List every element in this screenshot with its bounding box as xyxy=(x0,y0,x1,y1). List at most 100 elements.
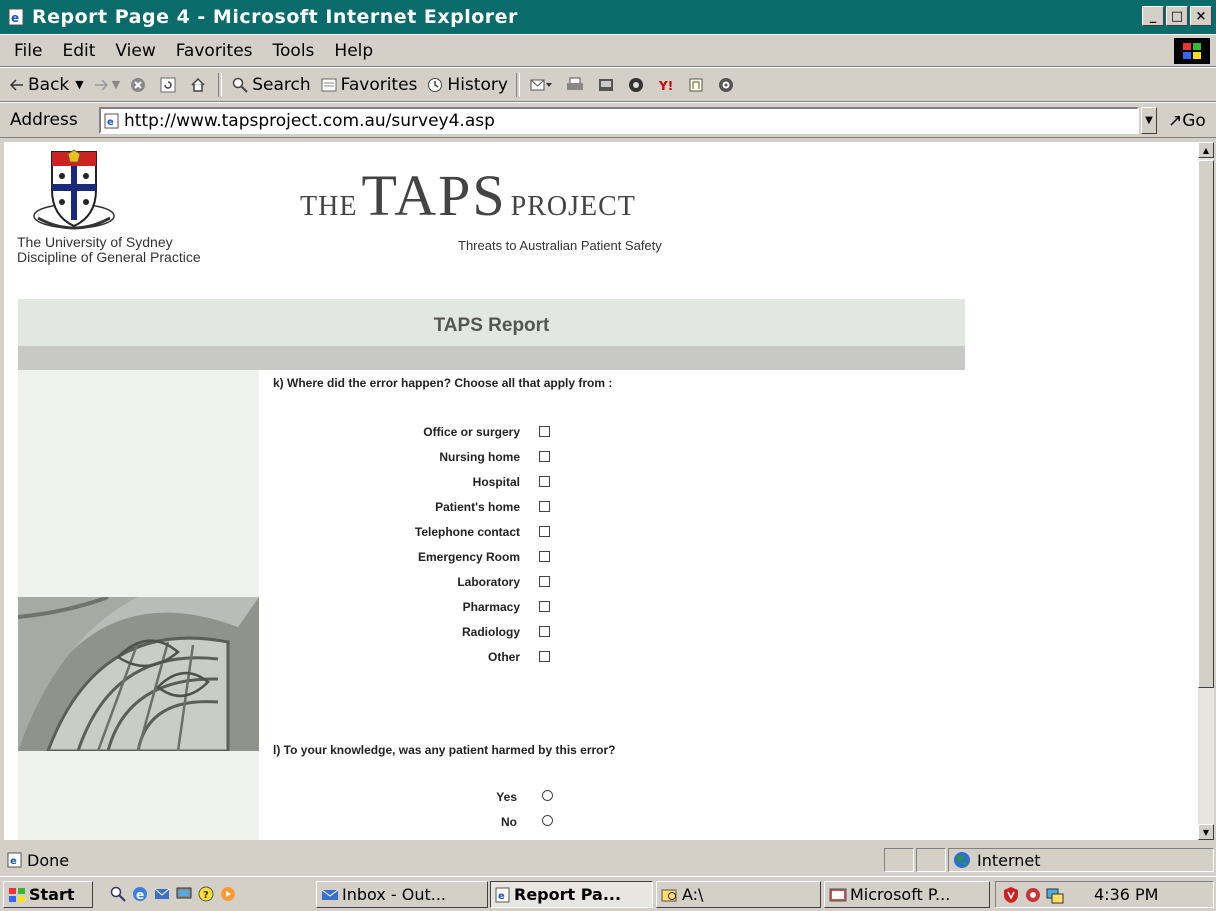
title-bar: e Report Page 4 - Microsoft Internet Exp… xyxy=(0,0,1216,34)
monitor-icon[interactable] xyxy=(1046,886,1064,904)
address-url: http://www.tapsproject.com.au/survey4.as… xyxy=(124,110,495,131)
discuss-button[interactable] xyxy=(628,77,648,93)
search-icon xyxy=(232,77,248,93)
close-button[interactable]: × xyxy=(1190,6,1212,26)
go-button[interactable]: ↗Go xyxy=(1168,111,1206,131)
toolbar: Back ▼ ▼ Search Favorites History Y! xyxy=(0,67,1216,102)
help-icon[interactable]: ? xyxy=(198,886,214,902)
scroll-up-icon[interactable]: ▲ xyxy=(1198,142,1214,158)
outlook-inbox-icon xyxy=(321,889,339,900)
maximize-button[interactable]: □ xyxy=(1166,6,1188,26)
checkbox-nursing-home[interactable] xyxy=(539,451,550,462)
status-text-panel: e Done xyxy=(2,848,880,872)
home-button[interactable] xyxy=(190,77,210,93)
quick-launch: e ? xyxy=(110,886,242,902)
svg-text:e: e xyxy=(136,888,144,902)
vertical-scrollbar[interactable]: ▲ ▼ xyxy=(1198,142,1214,840)
related-button[interactable] xyxy=(718,77,738,93)
task-microsoft-p[interactable]: Microsoft P... xyxy=(824,881,990,908)
history-button[interactable]: History xyxy=(427,74,508,95)
menu-view[interactable]: View xyxy=(115,41,155,61)
go-label: Go xyxy=(1182,111,1206,131)
search-label: Search xyxy=(252,74,311,95)
search-button[interactable]: Search xyxy=(232,74,311,95)
task-report-page[interactable]: e Report Pa... xyxy=(490,881,653,908)
discuss-icon xyxy=(628,77,643,92)
task-label: Inbox - Out... xyxy=(342,885,446,904)
refresh-icon xyxy=(160,77,176,92)
refresh-button[interactable] xyxy=(160,77,180,93)
university-name: The University of Sydney Discipline of G… xyxy=(17,235,201,265)
page-done-icon: e xyxy=(7,852,22,868)
forward-arrow-icon xyxy=(94,78,108,91)
checkbox-laboratory[interactable] xyxy=(539,576,550,587)
menu-file[interactable]: File xyxy=(14,41,42,61)
scroll-down-icon[interactable]: ▼ xyxy=(1198,824,1214,840)
option-label: Patient's home xyxy=(435,500,520,514)
option-label: Laboratory xyxy=(457,575,520,589)
option-label: Other xyxy=(487,650,520,664)
stop-icon xyxy=(131,77,146,92)
checkbox-hospital[interactable] xyxy=(539,476,550,487)
menu-favorites[interactable]: Favorites xyxy=(176,41,253,61)
task-label: Microsoft P... xyxy=(850,885,951,904)
mail-button[interactable] xyxy=(530,77,556,93)
checkbox-radiology[interactable] xyxy=(539,626,550,637)
university-crest-icon xyxy=(33,149,115,230)
ie-task-icon: e xyxy=(495,887,510,902)
address-input[interactable]: e http://www.tapsproject.com.au/survey4.… xyxy=(99,107,1139,134)
mail-icon xyxy=(530,79,552,90)
radio-no[interactable] xyxy=(542,815,553,826)
messenger-button[interactable] xyxy=(688,77,708,93)
question-l: l) To your knowledge, was any patient ha… xyxy=(273,743,616,757)
internet-explorer-icon[interactable]: e xyxy=(132,886,148,902)
back-button[interactable]: Back ▼ xyxy=(10,75,84,95)
svg-text:e: e xyxy=(10,856,17,867)
media-player-icon[interactable] xyxy=(220,886,236,902)
checkbox-office-or-surgery[interactable] xyxy=(539,426,550,437)
toolbar-separator xyxy=(218,72,223,97)
svg-text:e: e xyxy=(11,11,19,25)
option-label: Pharmacy xyxy=(462,600,520,614)
report-header: TAPS Report xyxy=(18,299,965,346)
search-icon[interactable] xyxy=(110,886,126,902)
favorites-button[interactable]: Favorites xyxy=(321,75,417,95)
favorites-icon xyxy=(321,78,337,91)
task-a-drive[interactable]: A:\ xyxy=(656,881,821,908)
address-bar: Address e http://www.tapsproject.com.au/… xyxy=(0,102,1216,138)
toolbar-separator xyxy=(515,72,520,97)
outlook-icon[interactable] xyxy=(154,886,170,902)
task-inbox[interactable]: Inbox - Out... xyxy=(316,881,488,908)
minimize-button[interactable]: _ xyxy=(1142,6,1164,26)
radio-yes[interactable] xyxy=(542,790,553,801)
menu-tools[interactable]: Tools xyxy=(273,41,315,61)
checkbox-other[interactable] xyxy=(539,651,550,662)
taskbar: Start e ? Inbox - Out... e Report Pa... … xyxy=(0,876,1216,911)
start-button[interactable]: Start xyxy=(3,881,93,908)
zone-panel: Internet xyxy=(948,848,1214,872)
checkbox-patients-home[interactable] xyxy=(539,501,550,512)
task-label: A:\ xyxy=(682,885,704,904)
checkbox-telephone-contact[interactable] xyxy=(539,526,550,537)
antivirus-shield-icon[interactable] xyxy=(1002,886,1020,904)
menu-edit[interactable]: Edit xyxy=(62,41,95,61)
address-dropdown-icon[interactable]: ▼ xyxy=(1141,107,1157,134)
network-icon[interactable] xyxy=(1024,886,1042,904)
scroll-thumb[interactable] xyxy=(1198,160,1214,688)
address-label: Address xyxy=(10,110,78,130)
menu-help[interactable]: Help xyxy=(334,41,373,61)
history-label: History xyxy=(447,74,508,95)
option-label: No xyxy=(501,815,517,829)
checkbox-emergency-room[interactable] xyxy=(539,551,550,562)
history-icon xyxy=(428,77,443,92)
yahoo-button[interactable]: Y! xyxy=(658,77,678,93)
edit-icon xyxy=(598,78,613,91)
forward-button[interactable]: ▼ xyxy=(94,78,120,91)
checkbox-pharmacy[interactable] xyxy=(539,601,550,612)
stop-button[interactable] xyxy=(130,77,150,93)
yahoo-icon: Y! xyxy=(658,79,673,93)
ie-page-icon: e xyxy=(8,8,24,26)
print-button[interactable] xyxy=(566,77,588,93)
desktop-icon[interactable] xyxy=(176,886,192,902)
edit-button[interactable] xyxy=(598,77,618,93)
